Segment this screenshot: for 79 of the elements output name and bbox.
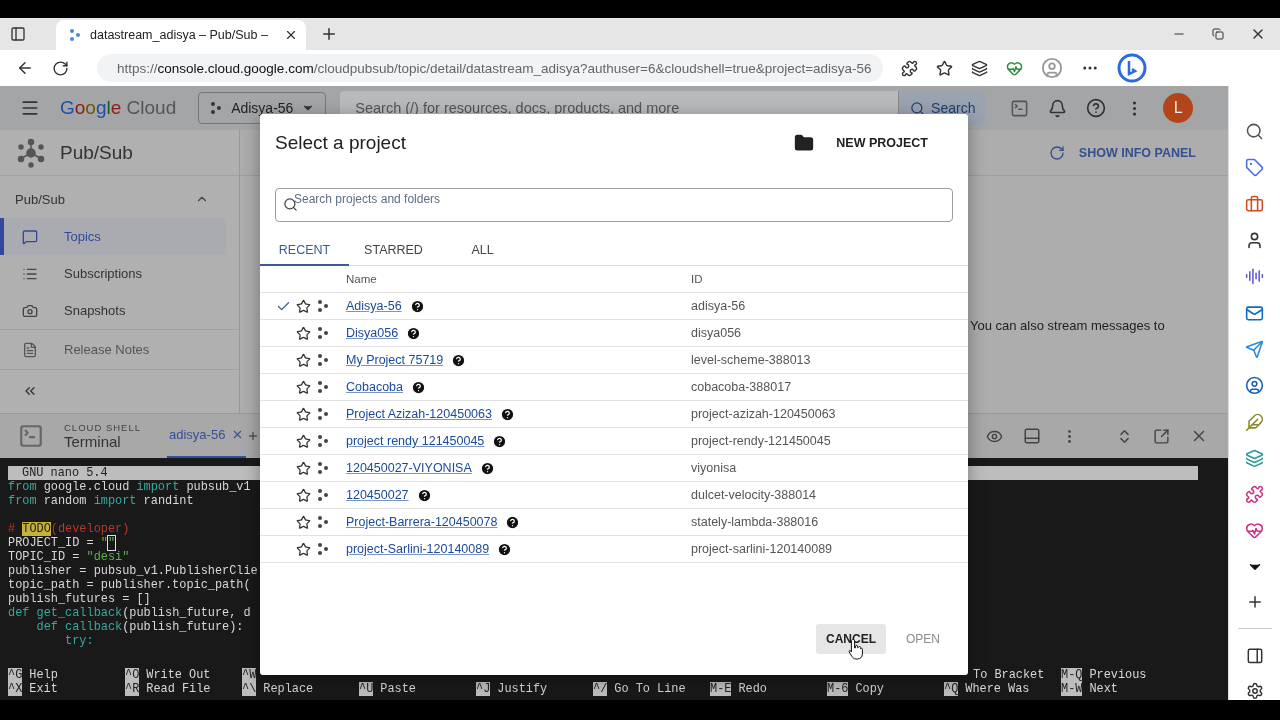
project-link[interactable]: Cobacoba [346, 380, 403, 394]
project-id: project-sarlini-120140089 [691, 542, 834, 556]
nav-item[interactable]: Subscriptions [0, 255, 226, 292]
shortcut-key: M-6 [827, 682, 849, 696]
logo: Google Cloud [60, 97, 177, 119]
dialog-tab[interactable]: RECENT [260, 235, 349, 266]
shortcut-label: To Bracket [973, 668, 1045, 682]
project-link[interactable]: 120450027 [346, 488, 409, 502]
shortcut-key: ^G [8, 668, 23, 682]
dialog-title: Select a project [275, 132, 407, 154]
code-line: def callback(publish_future): [35, 620, 244, 634]
project-id: project-rendy-121450045 [691, 434, 832, 448]
shell-title: Terminal [64, 433, 122, 450]
project-link[interactable]: My Project 75719 [346, 353, 444, 367]
code-line: publish_futures = [] [8, 592, 151, 606]
code-line: from random import randint [8, 494, 194, 508]
shortcut-label: Write Out [146, 668, 211, 682]
shortcut-label: Replace [263, 682, 314, 696]
shortcut-label: Paste [380, 682, 416, 696]
shortcut-label: Go To Line [614, 682, 686, 696]
shortcut-label: Redo [738, 682, 767, 696]
shortcut-label: Previous [1089, 668, 1147, 682]
cancel-button[interactable]: CANCEL [816, 624, 886, 654]
shortcut-label: Where Was [965, 682, 1030, 696]
nav-section[interactable]: Pub/Sub [0, 176, 239, 218]
shortcut-key: ^\ [242, 682, 257, 696]
shortcut-key: ^U [359, 682, 374, 696]
product-title: Pub/Sub [60, 141, 133, 164]
shortcut-key: M-E [710, 682, 732, 696]
new-project-button[interactable]: NEW PROJECT [788, 132, 934, 154]
project-id: adisya-56 [691, 299, 747, 313]
shortcut-key: ^/ [593, 682, 608, 696]
code-line: PROJECT_ID = "" [8, 536, 116, 550]
project-id: project-azizah-120450063 [691, 407, 837, 421]
release-notes-link[interactable]: Release Notes [0, 329, 239, 369]
shortcut-key: ^X [8, 682, 23, 696]
shortcut-label: Justify [497, 682, 548, 696]
shortcut-key: ^J [476, 682, 491, 696]
shortcut-label: Copy [855, 682, 884, 696]
project-search-field[interactable]: Search projects and folders [275, 188, 953, 222]
project-id: disya056 [691, 326, 743, 340]
code-line: TOPIC_ID = "desi" [8, 550, 130, 564]
column-header: Name [346, 273, 378, 285]
shortcut-label: Exit [29, 682, 58, 696]
shortcut-key: M-W [1061, 682, 1083, 696]
shortcut-label: Read File [146, 682, 211, 696]
project-id: stately-lambda-388016 [691, 515, 820, 529]
shortcut-label: Next [1089, 682, 1118, 696]
project-id: dulcet-velocity-388014 [691, 488, 818, 502]
project-link[interactable]: project-Sarlini-120140089 [346, 542, 490, 556]
shortcut-key: ^O [125, 668, 140, 682]
shortcut-key: ^Q [944, 682, 959, 696]
project-link[interactable]: Project-Barrera-120450078 [346, 515, 498, 529]
browser-tab[interactable]: datastream_adisya – Pub/Sub – [56, 20, 306, 50]
shortcut-label: Help [29, 668, 58, 682]
description-text: You can also stream messages to [970, 318, 1166, 333]
code-line: from google.cloud import pubsub_v1 [8, 480, 251, 494]
code-line: topic_path = publisher.topic_path( [8, 578, 251, 592]
project-link[interactable]: Disya056 [346, 326, 399, 340]
shortcut-key: ^R [125, 682, 140, 696]
shortcut-key: M-Q [1061, 668, 1083, 682]
project-link[interactable]: Adisya-56 [346, 299, 402, 313]
shell-caption: CLOUD SHELL [64, 422, 141, 433]
avatar[interactable]: L [1163, 93, 1194, 123]
info-panel-button[interactable]: SHOW INFO PANEL [1042, 143, 1202, 162]
dialog-tab[interactable]: ALL [438, 235, 527, 266]
code-line: def get_callback(publish_future, d [8, 606, 251, 620]
project-link[interactable]: Project Azizah-120450063 [346, 407, 492, 421]
nav-item[interactable]: Topics [0, 218, 226, 255]
code-line: publisher = pubsub_v1.PublisherClie [8, 564, 258, 578]
nav-item[interactable]: Snapshots [0, 292, 226, 329]
address-bar[interactable]: https://console.cloud.google.com/cloudpubsub/topic/detail/datastream_adisya?authuser=6&cloudshell=true&project=adisya-56 [97, 54, 883, 82]
shortcut-key: ^W [242, 668, 257, 682]
dialog-tab[interactable]: STARRED [349, 235, 438, 266]
project-id: cobacoba-388017 [691, 380, 793, 394]
project-id: level-scheme-388013 [691, 353, 812, 367]
code-line: try: [64, 634, 94, 648]
project-link[interactable]: project rendy 121450045 [346, 434, 485, 448]
column-header: ID [691, 273, 704, 285]
